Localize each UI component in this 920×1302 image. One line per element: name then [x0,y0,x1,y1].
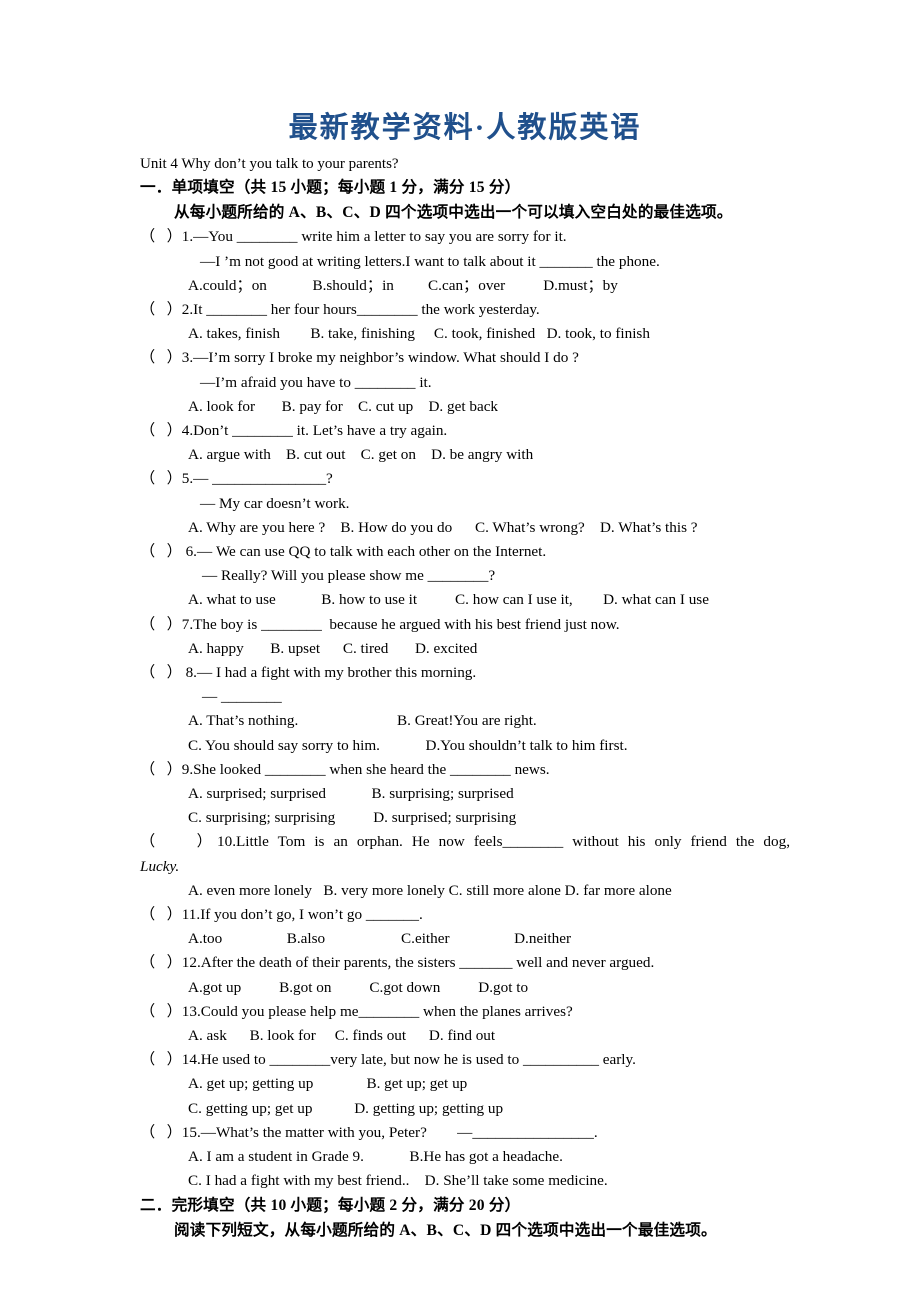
question-1-stem-b: —I ’m not good at writing letters.I want… [200,252,660,270]
question-9-marker: （ ）9. [140,760,194,778]
question-1-marker: （ ）1. [140,228,194,246]
question-8-options-2: C. You should say sorry to him. D.You sh… [188,736,628,754]
question-14-options-2: C. getting up; get up D. getting up; get… [188,1099,504,1117]
question-12-stem-a: （ ）12.After the death of their parents, … [140,951,790,975]
question-3-options: A. look for B. pay for C. cut up D. get … [188,397,499,415]
question-9-text-a: She looked ________ when she heard the _… [193,760,550,778]
question-4-stem-a: （ ）4.Don’t ________ it. Let’s have a try… [140,419,790,443]
question-12-marker: （ ）12. [140,954,201,972]
unit-heading: Unit 4 Why don’t you talk to your parent… [140,156,399,173]
question-15-options-1: A. I am a student in Grade 9. B.He has g… [188,1148,563,1166]
question-8-text-a: — I had a fight with my brother this mor… [196,664,477,681]
question-3-stem-b: —I’m afraid you have to ________ it. [200,373,432,391]
question-15-text-a: —What’s the matter with you, Peter? —___… [200,1123,598,1141]
question-4-marker: （ ）4. [140,421,194,439]
question-8-options-1: A. That’s nothing. B. Great!You are righ… [188,712,537,730]
question-2-marker: （ ）2. [140,300,194,318]
question-2-stem-a: （ ）2.It ________ her four hours________ … [140,298,790,322]
question-9-options-2: C. surprising; surprising D. surprised; … [188,809,517,827]
question-12-text-a: After the death of their parents, the si… [200,954,655,972]
question-15-stem-a: （ ）15.—What’s the matter with you, Peter… [140,1121,790,1145]
question-8-stem-b: — ________ [202,688,282,706]
question-9-stem-a: （ ）9.She looked ________ when she heard … [140,758,790,782]
question-1-text-a: —You ________ write him a letter to say … [193,228,567,246]
question-10-stem-a: （ ）10.Little Tom is an orphan. He now fe… [140,830,790,854]
section-one-instruction: 从每小题所给的 A、B、C、D 四个选项中选出一个可以填入空白处的最佳选项。 [174,204,733,222]
question-7-options: A. happy B. upset C. tired D. excited [188,639,478,657]
question-10-text-a: Little Tom is an orphan. He now feels___… [236,833,790,851]
question-11-marker: （ ）11. [140,906,201,924]
question-9-options-1: A. surprised; surprised B. surprising; s… [188,785,514,803]
question-14-text-a: He used to ________very late, but now he… [200,1051,636,1069]
question-2-options: A. takes, finish B. take, finishing C. t… [188,325,650,343]
question-4-options: A. argue with B. cut out C. get on D. be… [188,446,534,464]
banner-title: 最新教学资料·人教版英语 [288,112,642,144]
document-body: Unit 4 Why don’t you talk to your parent… [140,153,790,1243]
question-14-marker: （ ）14. [140,1051,201,1069]
question-6-marker: （ ） 6. [140,542,197,560]
question-11-stem-a: （ ）11.If you don’t go, I won’t go ______… [140,903,790,927]
question-7-marker: （ ）7. [140,615,194,633]
question-6-stem-a: （ ） 6.— We can use QQ to talk with each … [140,540,790,564]
section-two-heading: 二．完形填空（共 10 小题；每小题 2 分，满分 20 分） [140,1197,521,1215]
question-7-stem-a: （ ）7.The boy is ________ because he argu… [140,613,790,637]
exam-paper-page: 最新教学资料·人教版英语 Unit 4 Why don’t you talk t… [0,0,920,1302]
question-13-options: A. ask B. look for C. finds out D. find … [188,1027,496,1045]
question-5-stem-a: （ ）5.— _______________? [140,467,790,491]
question-7-text-a: The boy is ________ because he argued wi… [193,615,620,633]
question-6-stem-b: — Really? Will you please show me ______… [202,567,496,585]
question-10-marker: （ ）10. [140,833,236,851]
question-15-options-2: C. I had a fight with my best friend.. D… [188,1172,608,1190]
question-3-text-a: —I’m sorry I broke my neighbor’s window.… [193,349,579,367]
question-11-text-a: If you don’t go, I won’t go _______. [200,906,423,924]
question-8-stem-a: （ ） 8.— I had a fight with my brother th… [140,661,790,685]
question-14-stem-a: （ ）14.He used to ________very late, but … [140,1048,790,1072]
question-3-stem-a: （ ）3.—I’m sorry I broke my neighbor’s wi… [140,346,790,370]
question-11-options: A.too B.also C.either D.neither [188,930,572,948]
question-12-options: A.got up B.got on C.got down D.got to [188,978,529,996]
section-one-heading: 一．单项填空（共 15 小题；每小题 1 分，满分 15 分） [140,179,521,197]
question-5-marker: （ ）5. [140,470,194,488]
question-1-stem-a: （ ）1.—You ________ write him a letter to… [140,225,790,249]
question-14-options-1: A. get up; getting up B. get up; get up [188,1075,468,1093]
question-13-marker: （ ）13. [140,1002,201,1020]
question-3-marker: （ ）3. [140,349,194,367]
question-13-text-a: Could you please help me________ when th… [200,1002,573,1020]
question-5-options: A. Why are you here ? B. How do you do C… [188,518,698,536]
question-15-marker: （ ）15. [140,1123,201,1141]
question-10-stem-b: Lucky. [140,857,180,875]
question-5-text-a: — _______________? [193,470,333,488]
question-13-stem-a: （ ）13.Could you please help me________ w… [140,1000,790,1024]
question-4-text-a: Don’t ________ it. Let’s have a try agai… [193,421,448,439]
question-2-text-a: It ________ her four hours________ the w… [193,300,540,318]
question-8-marker: （ ） 8. [140,664,197,681]
section-two-instruction: 阅读下列短文，从每小题所给的 A、B、C、D 四个选项中选出一个最佳选项。 [174,1222,717,1240]
question-5-stem-b: — My car doesn’t work. [200,494,350,512]
question-6-options: A. what to use B. how to use it C. how c… [188,591,709,609]
question-6-text-a: — We can use QQ to talk with each other … [196,542,547,560]
question-1-options: A.could；on B.should；in C.can；over D.must… [188,276,618,294]
question-10-options: A. even more lonely B. very more lonely … [188,881,672,899]
